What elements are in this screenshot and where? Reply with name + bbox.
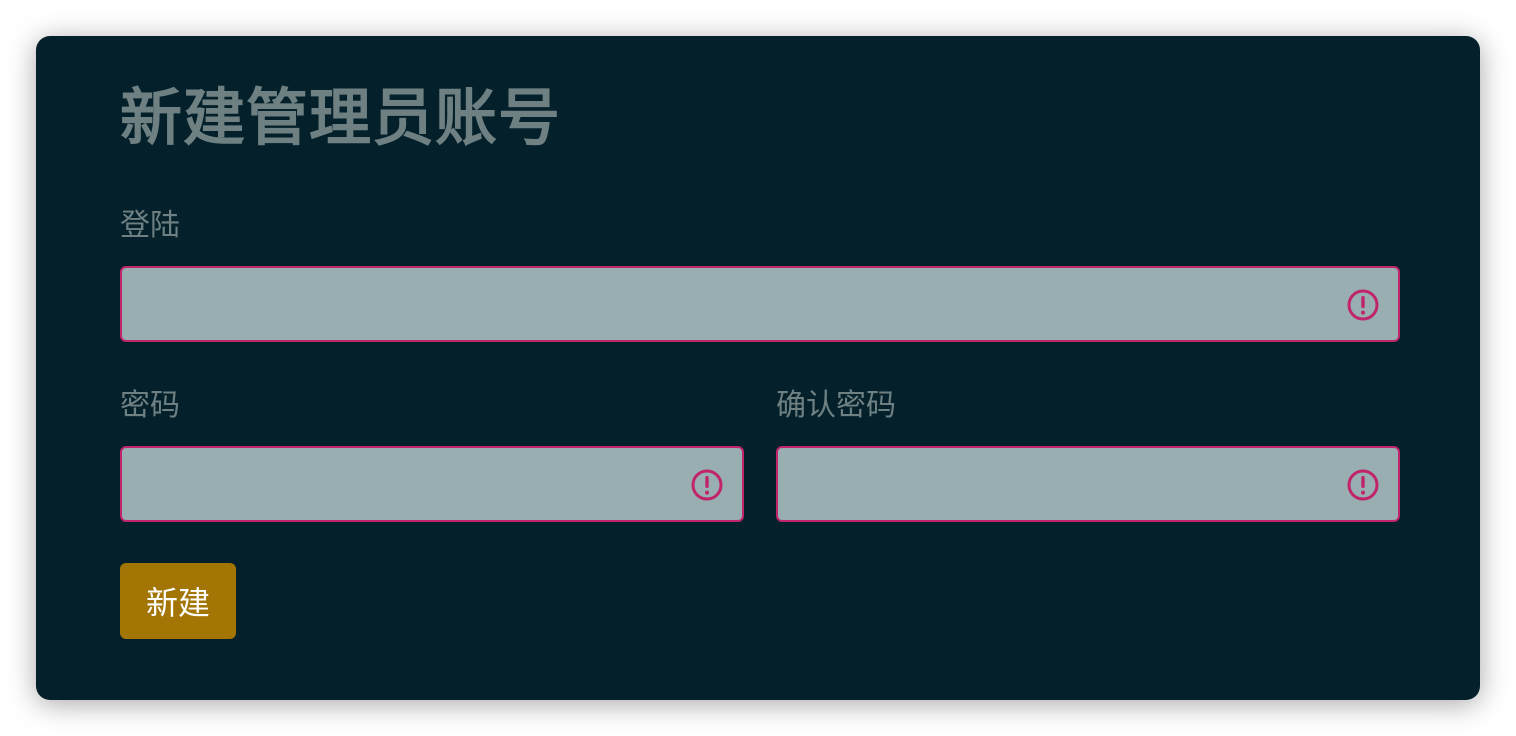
- password-input[interactable]: [122, 448, 742, 520]
- login-label: 登陆: [120, 208, 180, 243]
- login-field: [120, 266, 1400, 342]
- login-input[interactable]: [122, 268, 1398, 340]
- alert-circle-icon: [691, 469, 723, 501]
- alert-circle-icon: [1347, 469, 1379, 501]
- create-button[interactable]: 新建: [120, 563, 236, 639]
- confirm-password-label: 确认密码: [776, 388, 896, 423]
- alert-circle-icon: [1347, 289, 1379, 321]
- password-field: [120, 446, 744, 522]
- confirm-password-input[interactable]: [778, 448, 1398, 520]
- page-title: 新建管理员账号: [120, 81, 562, 154]
- confirm-password-field: [776, 446, 1400, 522]
- password-label: 密码: [120, 388, 180, 423]
- create-admin-dialog: 新建管理员账号 登陆 密码 确认密码 新建: [36, 36, 1480, 700]
